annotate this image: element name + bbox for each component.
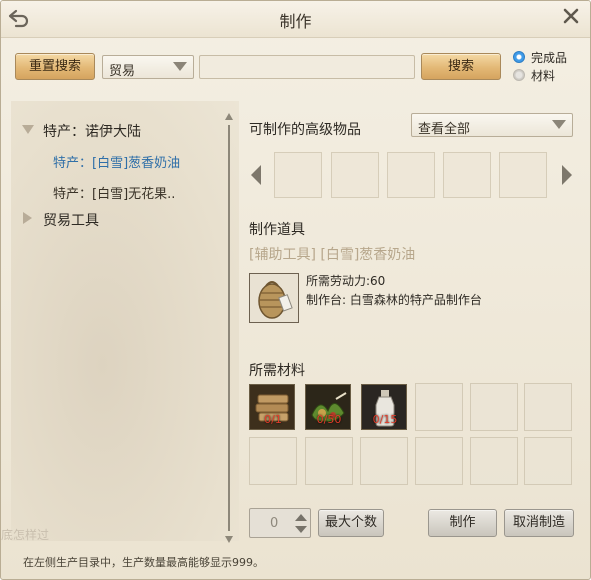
tool-section-title: 制作道具 [249, 222, 305, 238]
tool-item-icon[interactable] [249, 273, 299, 323]
material-empty-slot [415, 383, 463, 431]
tree-scrollbar[interactable] [225, 113, 233, 543]
material-empty-slot [470, 437, 518, 485]
search-button[interactable]: 搜索 [421, 53, 501, 80]
labor-required: 所需劳动力:60 [306, 274, 386, 288]
tree-item-trade-tools[interactable]: 贸易工具 [43, 210, 99, 230]
scroll-up-arrow-icon[interactable] [225, 113, 233, 120]
scroll-down-arrow-icon[interactable] [225, 536, 233, 543]
radio-material[interactable] [513, 69, 525, 81]
carousel-right-arrow-icon[interactable] [561, 164, 573, 186]
material-slot[interactable]: 0/50 [305, 384, 351, 430]
view-filter-value: 查看全部 [418, 122, 471, 137]
max-quantity-button[interactable]: 最大个数 [318, 509, 384, 537]
watermark-text: 底怎样过 [1, 528, 50, 542]
window-title: 制作 [279, 12, 312, 31]
tree-item-fig[interactable]: 特产：[白雪]无花果.. [53, 183, 175, 202]
search-input[interactable] [199, 55, 415, 79]
tree-item-nuia[interactable]: 特产：诺伊大陆 [43, 121, 141, 141]
crafting-window: 制作 重置搜索 贸易 搜索 完成品 材料 特产：诺伊大陆 特产：[白雪]葱香奶油… [0, 0, 591, 580]
carousel-left-arrow-icon[interactable] [250, 164, 262, 186]
crafting-station: 制作台: 白雪森林的特产品制作台 [306, 293, 482, 307]
material-count: 0/1 [264, 413, 282, 426]
radio-finished-label: 完成品 [531, 51, 568, 65]
advanced-item-slot[interactable] [387, 152, 435, 198]
scroll-track[interactable] [228, 125, 230, 531]
hint-text: 在左侧生产目录中，生产数量最高能够显示999。 [23, 556, 264, 569]
material-empty-slot [360, 437, 408, 485]
category-value: 贸易 [109, 64, 136, 79]
material-count: 0/50 [316, 413, 342, 426]
material-count: 0/15 [372, 413, 398, 426]
craft-button[interactable]: 制作 [428, 509, 497, 537]
material-slot[interactable]: 0/15 [361, 384, 407, 430]
advanced-item-slot[interactable] [274, 152, 322, 198]
quantity-value: 0 [270, 516, 279, 531]
chevron-down-icon [173, 62, 187, 71]
materials-title: 所需材料 [249, 363, 305, 379]
material-empty-slot [415, 437, 463, 485]
cancel-craft-button[interactable]: 取消制造 [504, 509, 574, 537]
material-empty-slot [470, 383, 518, 431]
advanced-item-slot[interactable] [443, 152, 491, 198]
material-empty-slot [305, 437, 353, 485]
reset-search-button[interactable]: 重置搜索 [15, 53, 95, 80]
material-slot[interactable]: 0/1 [249, 384, 295, 430]
quantity-down-icon[interactable] [294, 525, 308, 535]
quantity-stepper[interactable]: 0 [249, 508, 311, 538]
material-empty-slot [249, 437, 297, 485]
title-bar: 制作 [1, 1, 590, 38]
advanced-item-slot[interactable] [499, 152, 547, 198]
tree-item-onion-cream[interactable]: 特产：[白雪]葱香奶油 [53, 152, 180, 171]
advanced-item-slot[interactable] [331, 152, 379, 198]
expand-triangle-icon[interactable] [22, 125, 34, 134]
collapse-triangle-icon[interactable] [23, 212, 32, 224]
material-empty-slot [524, 437, 572, 485]
material-empty-slot [524, 383, 572, 431]
radio-finished-product[interactable] [513, 51, 525, 63]
tool-item-name: [辅助工具] [白雪]葱香奶油 [249, 247, 416, 263]
close-icon[interactable] [560, 5, 582, 27]
quantity-up-icon[interactable] [294, 512, 308, 522]
advanced-items-title: 可制作的高级物品 [249, 122, 361, 138]
view-filter-dropdown[interactable]: 查看全部 [411, 113, 573, 137]
category-dropdown[interactable]: 贸易 [102, 55, 194, 79]
radio-material-label: 材料 [531, 69, 556, 83]
chevron-down-icon [552, 120, 566, 129]
